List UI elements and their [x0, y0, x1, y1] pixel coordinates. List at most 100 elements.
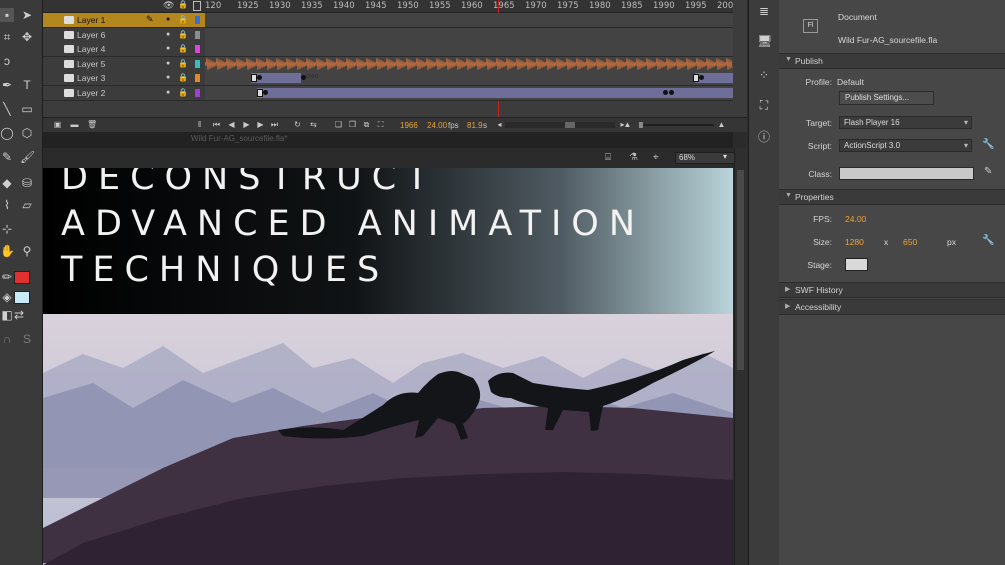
text-tool-icon[interactable]: T: [20, 78, 34, 92]
keyframe[interactable]: [663, 89, 668, 95]
rectangle-tool-icon[interactable]: ▭: [20, 102, 34, 116]
prev-frame-icon[interactable]: ◀: [227, 120, 236, 129]
layer-color-tag[interactable]: [195, 30, 200, 39]
ink-bottle-tool-icon[interactable]: ⛁: [20, 176, 34, 190]
modify-markers-icon[interactable]: ⛶: [376, 120, 385, 129]
lock-icon[interactable]: 🔒: [178, 88, 188, 97]
last-frame-icon[interactable]: ⏭: [270, 120, 279, 129]
lock-icon[interactable]: 🔒: [178, 15, 188, 24]
next-frame-icon[interactable]: ▶: [256, 120, 265, 129]
keyframe[interactable]: [257, 75, 262, 80]
loop-icon[interactable]: ↻: [293, 120, 302, 129]
visibility-dot-icon[interactable]: ●: [166, 60, 170, 67]
layer-name[interactable]: Layer 5: [77, 59, 105, 69]
eyedropper-tool-icon[interactable]: ⌇: [0, 198, 14, 212]
snap-to-objects-icon[interactable]: ∩: [0, 332, 14, 346]
align-icon[interactable]: ⛶: [757, 98, 771, 112]
info-icon[interactable]: ⓘ: [757, 130, 771, 144]
layer-row[interactable]: Layer 6 ● 🔒: [43, 27, 205, 43]
properties-icon[interactable]: 🖥: [757, 34, 772, 48]
visibility-dot-icon[interactable]: ●: [166, 16, 170, 23]
play-icon[interactable]: ▶: [242, 120, 251, 129]
layer-row[interactable]: Layer 2 ● 🔒: [43, 85, 205, 101]
onion-outline-icon[interactable]: ❐: [348, 120, 357, 129]
layer-name[interactable]: Layer 1: [77, 15, 105, 25]
visibility-dot-icon[interactable]: ●: [166, 89, 170, 96]
layer-row[interactable]: Layer 4 ● 🔒: [43, 42, 205, 57]
lock-icon[interactable]: 🔒: [178, 30, 188, 39]
eye-icon[interactable]: 👁: [163, 0, 174, 11]
bone-tool-icon[interactable]: ⊹: [0, 222, 14, 236]
outline-header-icon[interactable]: [193, 1, 201, 11]
library-icon[interactable]: ≣: [757, 4, 771, 18]
first-frame-icon[interactable]: ⏮: [212, 120, 221, 129]
size-settings-wrench-icon[interactable]: 🔧: [982, 235, 994, 246]
lasso-tool-icon[interactable]: ↄ: [0, 54, 14, 68]
clip-content-icon[interactable]: ⌸: [605, 152, 611, 163]
center-frame-icon[interactable]: ⇆: [309, 120, 318, 129]
frame-rate[interactable]: 24.00: [427, 121, 447, 130]
stage-vscroll-thumb[interactable]: [737, 170, 744, 370]
keyframe[interactable]: ○○○: [306, 73, 319, 80]
edit-scene-icon[interactable]: ⚗: [629, 152, 638, 163]
smooth-icon[interactable]: S: [20, 332, 34, 346]
eraser-tool-icon[interactable]: ▱: [20, 198, 34, 212]
zoom-in-icon[interactable]: ▲: [717, 120, 726, 129]
keyframe[interactable]: [263, 89, 268, 95]
scroll-left-icon[interactable]: ◂: [495, 120, 504, 129]
subselection-tool-icon[interactable]: ➤: [20, 8, 34, 22]
swap-colors-icon[interactable]: ⇄: [12, 308, 26, 322]
center-stage-icon[interactable]: ⌖: [653, 152, 659, 163]
layer-color-tag[interactable]: [195, 59, 200, 68]
fill-color-swatch[interactable]: [14, 291, 30, 304]
chevron-down-icon[interactable]: ▾: [723, 152, 727, 161]
frame-track[interactable]: [204, 56, 733, 72]
publish-section[interactable]: ▼ Publish: [779, 53, 1005, 69]
publish-settings-button[interactable]: Publish Settings...: [839, 91, 934, 105]
layer-color-tag[interactable]: [195, 45, 200, 53]
stage-vscroll[interactable]: [734, 148, 747, 565]
class-input[interactable]: [839, 167, 974, 180]
lock-icon[interactable]: 🔒: [178, 59, 188, 68]
layer-color-tag[interactable]: [195, 74, 200, 82]
pause-icon[interactable]: ‖: [195, 120, 204, 129]
motion-presets-icon[interactable]: ⁘: [757, 68, 771, 82]
visibility-dot-icon[interactable]: ●: [166, 45, 170, 52]
motion-tween[interactable]: [257, 87, 733, 98]
lock-icon[interactable]: 🔒: [178, 73, 188, 82]
pen-tool-icon[interactable]: ✒: [0, 78, 14, 92]
keyframe[interactable]: [669, 89, 674, 95]
document-tab[interactable]: Wild Fur-AG_sourcefile.fla*: [191, 134, 287, 143]
current-frame[interactable]: 1966: [400, 121, 418, 130]
keyframe[interactable]: [699, 75, 704, 80]
lock-header-icon[interactable]: 🔒: [178, 0, 188, 9]
timeline-zoom-slider[interactable]: [639, 122, 714, 128]
frame-track[interactable]: [205, 27, 733, 43]
layer-color-tag[interactable]: [195, 16, 200, 24]
brush-tool-icon[interactable]: 🖌: [20, 150, 35, 164]
zoom-out-icon[interactable]: ▲: [623, 120, 632, 129]
frame-track[interactable]: [205, 85, 733, 101]
stroke-color-swatch[interactable]: [14, 271, 30, 284]
width-value[interactable]: 1280: [845, 237, 864, 247]
visibility-dot-icon[interactable]: ●: [166, 31, 170, 38]
3d-rotation-tool-icon[interactable]: ✥: [20, 30, 34, 44]
zoom-tool-icon[interactable]: ⚲: [20, 244, 34, 258]
edit-class-pencil-icon[interactable]: ✎: [984, 166, 992, 177]
layer-name[interactable]: Layer 3: [77, 73, 105, 83]
height-value[interactable]: 650: [903, 237, 917, 247]
frame-track[interactable]: [205, 13, 733, 28]
oval-tool-icon[interactable]: ◯: [0, 126, 14, 140]
layer-name[interactable]: Layer 2: [77, 88, 105, 98]
accessibility-section[interactable]: ▶ Accessibility: [779, 299, 1005, 315]
polystar-tool-icon[interactable]: ⬡: [20, 126, 34, 140]
layer-color-tag[interactable]: [195, 88, 200, 97]
frame-track[interactable]: ○○○: [205, 71, 733, 86]
onion-skin-icon[interactable]: ❏: [334, 120, 343, 129]
script-dropdown[interactable]: ActionScript 3.0: [839, 139, 972, 152]
visibility-dot-icon[interactable]: ●: [166, 74, 170, 81]
pencil-tool-icon[interactable]: ✎: [0, 150, 14, 164]
layer-name[interactable]: Layer 4: [77, 44, 105, 54]
new-folder-icon[interactable]: ▬: [70, 120, 79, 129]
fps-value[interactable]: 24.00: [845, 214, 866, 224]
